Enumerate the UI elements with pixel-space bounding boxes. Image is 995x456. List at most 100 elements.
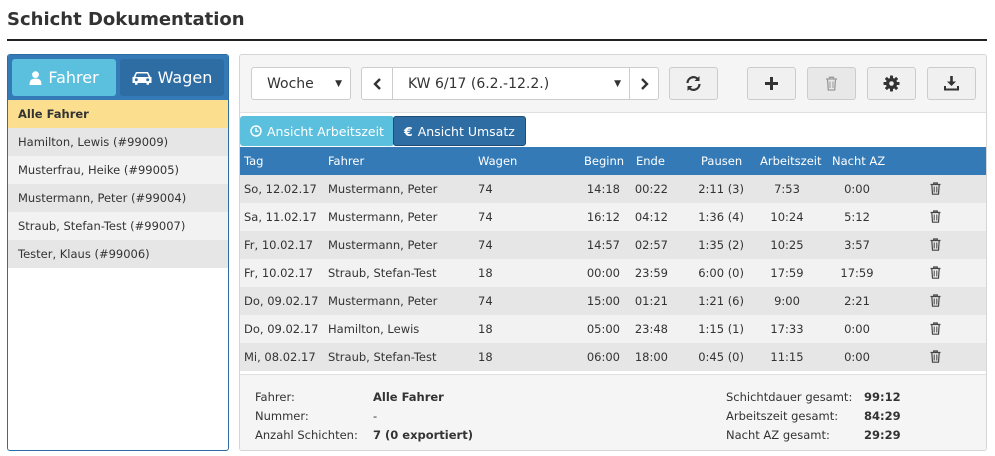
- cell-nacht: 0:00: [844, 322, 870, 336]
- week-select[interactable]: KW 6/17 (6.2.-12.2.) ▼: [392, 67, 630, 100]
- summary-nummer-label: Nummer:: [255, 409, 309, 423]
- download-icon: [944, 76, 959, 91]
- cell-wagen: 74: [478, 238, 493, 252]
- delete-row-trash-icon[interactable]: [930, 350, 941, 366]
- cell-ende: 23:59: [634, 266, 668, 280]
- cell-arbeitszeit: 9:00: [774, 294, 800, 308]
- table-row[interactable]: Fr, 10.02.17 Mustermann, Peter 74 14:57 02:5…: [240, 231, 986, 259]
- table-row[interactable]: Do, 09.02.17 Mustermann, Peter 74 15:00 01:2…: [240, 287, 986, 315]
- tab-fahrer[interactable]: Fahrer: [12, 59, 116, 96]
- tab-wagen[interactable]: Wagen: [120, 59, 224, 96]
- summary-anzahl-label: Anzahl Schichten:: [255, 428, 358, 442]
- plus-icon: [765, 77, 778, 90]
- cell-nacht: 17:59: [840, 266, 874, 280]
- summary-arbeitszeit-label: Arbeitszeit gesamt:: [726, 409, 839, 423]
- cell-beginn: 15:00: [586, 294, 620, 308]
- period-select-value: Woche: [267, 75, 314, 92]
- delete-row-trash-icon[interactable]: [930, 266, 941, 282]
- cell-arbeitszeit: 11:15: [770, 350, 804, 364]
- tab-fahrer-label: Fahrer: [48, 68, 99, 87]
- refresh-button[interactable]: [669, 67, 718, 100]
- driver-item[interactable]: Musterfrau, Heike (#99005): [8, 156, 228, 184]
- cell-tag: Mi, 08.02.17: [244, 350, 316, 364]
- week-select-value: KW 6/17 (6.2.-12.2.): [408, 75, 550, 92]
- delete-row-trash-icon[interactable]: [930, 294, 941, 310]
- prev-week-button[interactable]: [361, 67, 393, 100]
- gear-icon: [883, 75, 900, 92]
- col-tag[interactable]: Tag: [244, 154, 263, 168]
- col-pausen[interactable]: Pausen: [701, 154, 742, 168]
- cell-tag: Fr, 10.02.17: [244, 238, 314, 252]
- cell-arbeitszeit: 10:24: [770, 210, 804, 224]
- delete-row-trash-icon[interactable]: [930, 322, 941, 338]
- trash-icon: [826, 76, 837, 91]
- driver-item[interactable]: Hamilton, Lewis (#99009): [8, 128, 228, 156]
- cell-wagen: 74: [478, 294, 493, 308]
- driver-item[interactable]: Straub, Stefan-Test (#99007): [8, 212, 228, 240]
- table-row[interactable]: Fr, 10.02.17 Straub, Stefan-Test 18 00:00 23…: [240, 259, 986, 287]
- table-row[interactable]: Sa, 11.02.17 Mustermann, Peter 74 16:12 04:1…: [240, 203, 986, 231]
- cell-fahrer: Mustermann, Peter: [328, 182, 438, 196]
- cell-beginn: 00:00: [586, 266, 620, 280]
- cell-tag: Do, 09.02.17: [244, 294, 319, 308]
- table-row[interactable]: So, 12.02.17 Mustermann, Peter 74 14:18 00:2…: [240, 175, 986, 203]
- summary-fahrer-value: Alle Fahrer: [373, 390, 444, 404]
- view-umsatz-label: Ansicht Umsatz: [417, 123, 515, 139]
- col-arbeitszeit[interactable]: Arbeitszeit: [760, 154, 821, 168]
- delete-row-trash-icon[interactable]: [930, 238, 941, 254]
- cell-nacht: 0:00: [844, 182, 870, 196]
- delete-row-trash-icon[interactable]: [930, 182, 941, 198]
- col-fahrer[interactable]: Fahrer: [328, 154, 364, 168]
- table-header: Tag Fahrer Wagen Beginn Ende Pausen Arbe…: [240, 147, 986, 175]
- cell-fahrer: Mustermann, Peter: [328, 294, 438, 308]
- table-row[interactable]: Do, 09.02.17 Hamilton, Lewis 18 05:00 23:48 1…: [240, 315, 986, 343]
- settings-button[interactable]: [867, 67, 916, 100]
- view-arbeitszeit-button[interactable]: Ansicht Arbeitszeit: [240, 116, 394, 146]
- cell-wagen: 18: [478, 266, 493, 280]
- col-beginn[interactable]: Beginn: [584, 154, 624, 168]
- cell-tag: So, 12.02.17: [244, 182, 317, 196]
- cell-nacht: 0:00: [844, 350, 870, 364]
- cell-nacht: 2:21: [844, 294, 870, 308]
- next-week-button[interactable]: [629, 67, 659, 100]
- cell-beginn: 05:00: [586, 322, 620, 336]
- col-wagen[interactable]: Wagen: [478, 154, 517, 168]
- cell-arbeitszeit: 10:25: [770, 238, 804, 252]
- cell-nacht: 3:57: [844, 238, 870, 252]
- cell-tag: Sa, 11.02.17: [244, 210, 317, 224]
- cell-ende: 01:21: [634, 294, 668, 308]
- period-select[interactable]: Woche ▼: [251, 67, 351, 100]
- download-button[interactable]: [927, 67, 976, 100]
- cell-ende: 00:22: [634, 182, 668, 196]
- cell-tag: Fr, 10.02.17: [244, 266, 314, 280]
- delete-row-trash-icon[interactable]: [930, 210, 941, 226]
- table-row[interactable]: Mi, 08.02.17 Straub, Stefan-Test 18 06:00 18…: [240, 343, 986, 371]
- summary-arbeitszeit-value: 84:29: [864, 409, 901, 423]
- summary-schichtdauer-label: Schichtdauer gesamt:: [726, 390, 853, 404]
- chevron-left-icon: [372, 77, 381, 90]
- select-caret-icon: ▼: [614, 78, 621, 89]
- cell-beginn: 14:18: [586, 182, 620, 196]
- driver-item[interactable]: Mustermann, Peter (#99004): [8, 184, 228, 212]
- cell-pausen: 1:15 (1): [698, 322, 744, 336]
- cell-arbeitszeit: 17:59: [770, 266, 804, 280]
- summary-footer: Fahrer: Alle Fahrer Nummer: - Anzahl Sch…: [240, 374, 986, 450]
- title-divider: [7, 39, 987, 41]
- cell-pausen: 1:36 (4): [698, 210, 744, 224]
- cell-pausen: 0:45 (0): [698, 350, 744, 364]
- add-shift-button[interactable]: [747, 67, 796, 100]
- cell-ende: 18:00: [634, 350, 668, 364]
- view-umsatz-button[interactable]: € Ansicht Umsatz: [393, 116, 526, 146]
- driver-item-alle[interactable]: Alle Fahrer: [8, 100, 228, 128]
- driver-item[interactable]: Tester, Klaus (#99006): [8, 240, 228, 268]
- delete-button[interactable]: [807, 67, 856, 100]
- summary-schichtdauer-value: 99:12: [864, 390, 901, 404]
- cell-beginn: 14:57: [586, 238, 620, 252]
- cell-fahrer: Straub, Stefan-Test: [328, 266, 437, 280]
- car-icon: [132, 71, 152, 85]
- cell-ende: 23:48: [634, 322, 668, 336]
- col-ende[interactable]: Ende: [636, 154, 665, 168]
- cell-nacht: 5:12: [844, 210, 870, 224]
- col-nacht[interactable]: Nacht AZ: [832, 154, 885, 168]
- clock-icon: [250, 125, 262, 137]
